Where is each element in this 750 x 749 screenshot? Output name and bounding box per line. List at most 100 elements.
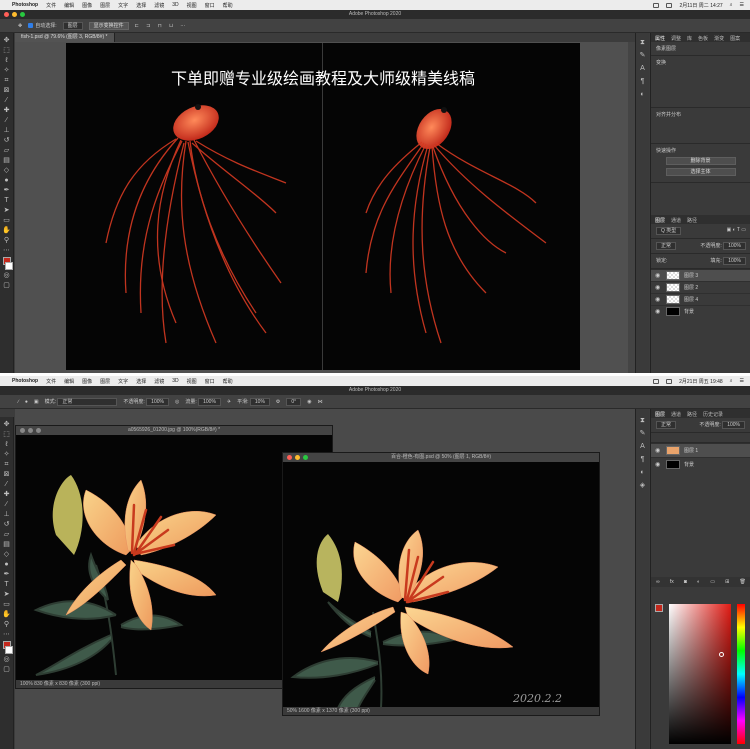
- wifi-icon[interactable]: [653, 2, 660, 8]
- magic-wand-icon[interactable]: ✧: [2, 451, 12, 459]
- menu-edit[interactable]: 编辑: [64, 2, 74, 9]
- folder-icon[interactable]: ▭: [710, 579, 715, 585]
- close-dot-icon[interactable]: [4, 12, 9, 17]
- color-picker-field[interactable]: [669, 604, 731, 744]
- link-icon[interactable]: ∞: [656, 579, 660, 585]
- new-layer-icon[interactable]: ⊞: [725, 579, 729, 585]
- menu-view[interactable]: 视图: [187, 378, 197, 385]
- zoom-dot-icon[interactable]: [303, 455, 308, 460]
- menu-image[interactable]: 图像: [82, 378, 92, 385]
- blur-icon[interactable]: ◇: [2, 167, 12, 175]
- auto-select-checkbox[interactable]: 自动选择:: [28, 22, 57, 29]
- menu-filter[interactable]: 滤镜: [154, 378, 164, 385]
- blend-mode-dropdown[interactable]: 正常: [656, 242, 677, 250]
- document-window-lily-painting[interactable]: 百合-橙色-有图.psd @ 50% (图层 1, RGB/8#) 2020.2…: [282, 452, 600, 716]
- mode-dropdown[interactable]: 正常: [57, 397, 118, 406]
- close-dot-icon[interactable]: [20, 428, 25, 433]
- history-panel-icon[interactable]: ⧗: [638, 39, 648, 47]
- tab-layers[interactable]: 图层: [655, 217, 665, 224]
- foreground-color-swatch[interactable]: [655, 604, 663, 612]
- brush-panel-icon[interactable]: ▣: [34, 399, 39, 405]
- battery-icon[interactable]: [666, 378, 673, 384]
- navigator-panel-icon[interactable]: ◈: [638, 482, 648, 490]
- adjustment-icon[interactable]: ◐: [697, 579, 700, 585]
- stamp-icon[interactable]: ⊥: [2, 127, 12, 135]
- move-tool-icon[interactable]: ✥: [18, 23, 22, 29]
- menubar-clock[interactable]: 2月21日 周五 19:48: [679, 378, 723, 385]
- zoom-icon[interactable]: ⚲: [2, 237, 12, 245]
- tab-libraries[interactable]: 库: [687, 35, 692, 42]
- menu-select[interactable]: 选择: [136, 2, 146, 9]
- menu-app-name[interactable]: Photoshop: [12, 2, 38, 8]
- crop-icon[interactable]: ⌗: [2, 461, 12, 469]
- marquee-icon[interactable]: ⬚: [2, 47, 12, 55]
- character-panel-icon[interactable]: A: [638, 65, 648, 73]
- more-tools-icon[interactable]: ⋯: [2, 631, 12, 639]
- menu-file[interactable]: 文件: [46, 378, 56, 385]
- brush-icon[interactable]: ∕: [2, 501, 12, 509]
- close-dot-icon[interactable]: [287, 455, 292, 460]
- menu-help[interactable]: 帮助: [223, 378, 233, 385]
- brush-settings-icon[interactable]: ✎: [638, 430, 648, 438]
- visibility-eye-icon[interactable]: ◉: [655, 447, 662, 454]
- pressure-size-icon[interactable]: ◉: [307, 399, 311, 405]
- trash-icon[interactable]: 🗑: [739, 579, 745, 585]
- fx-icon[interactable]: fx: [670, 579, 674, 585]
- hue-slider[interactable]: [737, 604, 745, 744]
- tab-adjustments[interactable]: 调整: [671, 35, 681, 42]
- align-icons[interactable]: ⊏ ⊐ ⊓ ⊔ ⋯: [135, 23, 189, 29]
- path-select-icon[interactable]: ➤: [2, 591, 12, 599]
- pen-icon[interactable]: ✒: [2, 187, 12, 195]
- canvas[interactable]: 下单即赠专业级绘画教程及大师级精美线稿: [66, 43, 580, 370]
- history-brush-icon[interactable]: ↺: [2, 137, 12, 145]
- minimize-dot-icon[interactable]: [28, 428, 33, 433]
- tab-paths[interactable]: 路径: [687, 411, 697, 418]
- menu-help[interactable]: 帮助: [223, 2, 233, 9]
- crop-icon[interactable]: ⌗: [2, 77, 12, 85]
- menu-layer[interactable]: 图层: [100, 2, 110, 9]
- history-brush-icon[interactable]: ↺: [2, 521, 12, 529]
- symmetry-icon[interactable]: ⋈: [318, 399, 323, 405]
- brush-tool-icon[interactable]: ∕: [18, 399, 19, 405]
- hand-icon[interactable]: ✋: [2, 611, 12, 619]
- tab-gradients[interactable]: 渐变: [714, 35, 724, 42]
- list-icon[interactable]: ☰: [740, 378, 744, 384]
- lasso-icon[interactable]: ℓ: [2, 441, 12, 449]
- search-icon[interactable]: ⌕: [730, 378, 733, 384]
- adjust-panel-icon[interactable]: ◐: [638, 91, 648, 99]
- screen-mode-icon[interactable]: ▢: [2, 666, 12, 674]
- gradient-icon[interactable]: ▤: [2, 541, 12, 549]
- character-panel-icon[interactable]: A: [638, 443, 648, 451]
- menu-layer[interactable]: 图层: [100, 378, 110, 385]
- mask-icon[interactable]: ◙: [684, 579, 687, 585]
- screen-mode-icon[interactable]: ▢: [2, 282, 12, 290]
- menu-filter[interactable]: 滤镜: [154, 2, 164, 9]
- tab-paths[interactable]: 路径: [687, 217, 697, 224]
- show-transform-button[interactable]: 显示变换控件: [88, 21, 129, 30]
- menu-3d[interactable]: 3D: [172, 378, 178, 384]
- dodge-icon[interactable]: ●: [2, 177, 12, 185]
- tab-channels[interactable]: 通道: [671, 411, 681, 418]
- background-color-swatch[interactable]: [5, 646, 13, 654]
- smoothing-field[interactable]: 10%: [249, 397, 270, 406]
- brush-preset-icon[interactable]: ●: [25, 399, 28, 405]
- hand-icon[interactable]: ✋: [2, 227, 12, 235]
- adjust-panel-icon[interactable]: ◐: [638, 469, 648, 477]
- pen-icon[interactable]: ✒: [2, 571, 12, 579]
- type-icon[interactable]: T: [2, 197, 12, 205]
- tab-layers[interactable]: 图层: [655, 411, 665, 418]
- vertical-scrollbar[interactable]: [628, 42, 635, 373]
- menu-app-name[interactable]: Photoshop: [12, 378, 38, 384]
- visibility-eye-icon[interactable]: ◉: [655, 272, 662, 279]
- visibility-eye-icon[interactable]: ◉: [655, 308, 662, 315]
- dodge-icon[interactable]: ●: [2, 561, 12, 569]
- menu-select[interactable]: 选择: [136, 378, 146, 385]
- layer-row[interactable]: ◉ 图层 4: [651, 293, 750, 305]
- search-icon[interactable]: ⌕: [730, 2, 733, 8]
- path-select-icon[interactable]: ➤: [2, 207, 12, 215]
- tab-channels[interactable]: 通道: [671, 217, 681, 224]
- visibility-eye-icon[interactable]: ◉: [655, 284, 662, 291]
- eyedropper-icon[interactable]: ⁄: [2, 97, 12, 105]
- menu-file[interactable]: 文件: [46, 2, 56, 9]
- pressure-opacity-icon[interactable]: ◎: [175, 399, 179, 405]
